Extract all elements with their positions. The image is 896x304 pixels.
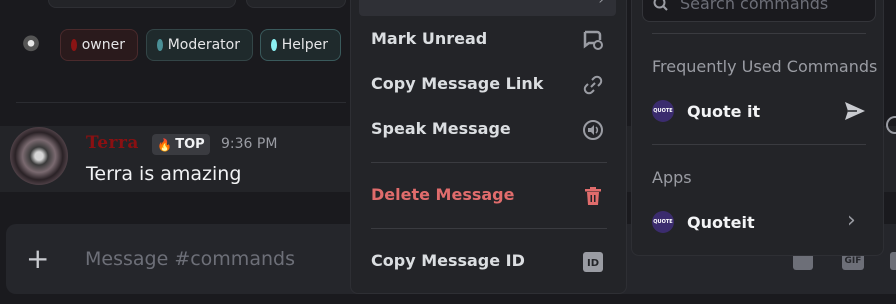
role-helper[interactable]: Helper [260, 29, 341, 61]
top-field-right [246, 0, 346, 8]
mark-unread-menu-item[interactable]: Mark Unread [371, 29, 487, 48]
role-owner[interactable]: owner [60, 29, 138, 61]
svg-text:ID: ID [587, 258, 599, 269]
id-icon: ID [580, 249, 606, 275]
message-timestamp: 9:36 PM [221, 136, 278, 152]
panel-divider [652, 33, 866, 34]
chevron-right-icon: › [598, 0, 604, 8]
command-item-quote-it[interactable]: QUOTE Quote it [652, 99, 760, 123]
link-icon [580, 72, 606, 98]
quote-app-avatar: QUOTE [652, 211, 674, 233]
speak-message-menu-item[interactable]: Speak Message [371, 119, 511, 138]
context-menu-item-hovered[interactable]: › [359, 0, 616, 16]
message-author[interactable]: Terra [86, 133, 139, 153]
message-text: Terra is amazing [86, 163, 242, 185]
copy-message-id-menu-item[interactable]: Copy Message ID [371, 251, 525, 270]
top-field-left [48, 0, 236, 8]
copy-message-link-menu-item[interactable]: Copy Message Link [371, 74, 543, 93]
delete-message-menu-item[interactable]: Delete Message [371, 185, 514, 204]
sticker-icon[interactable] [890, 252, 896, 270]
search-icon [653, 0, 668, 11]
author-avatar[interactable] [10, 127, 68, 185]
command-label: Quote it [687, 101, 761, 121]
apps-heading: Apps [652, 168, 692, 187]
speaker-icon [580, 117, 606, 143]
add-attachment-button[interactable]: + [26, 244, 49, 274]
divider [16, 102, 346, 103]
role-label: owner [81, 37, 125, 53]
menu-divider [371, 162, 607, 163]
send-icon[interactable] [843, 99, 867, 127]
app-label: Quoteit [687, 212, 755, 232]
role-color-dot [271, 39, 277, 51]
panel-divider [652, 144, 866, 145]
badge-label: TOP [175, 137, 205, 152]
chevron-right-icon[interactable]: › [847, 209, 856, 233]
role-color-dot [157, 39, 163, 51]
app-item-quoteit[interactable]: QUOTE Quoteit [652, 210, 755, 234]
message-input[interactable]: Message #commands [85, 248, 295, 270]
trash-icon [580, 183, 606, 209]
search-input[interactable]: Search commands [680, 0, 828, 13]
role-moderator[interactable]: Moderator [146, 29, 253, 61]
frequent-commands-heading: Frequently Used Commands [652, 57, 878, 76]
mark-unread-icon [580, 27, 606, 53]
top-badge[interactable]: 🔥 TOP [152, 134, 210, 155]
avatar[interactable] [14, 28, 48, 62]
role-label: Helper [281, 37, 328, 53]
menu-divider [371, 228, 607, 229]
role-label: Moderator [167, 37, 240, 53]
role-color-dot [71, 39, 77, 51]
quote-app-avatar: QUOTE [652, 100, 674, 122]
flame-icon: 🔥 [157, 137, 173, 152]
